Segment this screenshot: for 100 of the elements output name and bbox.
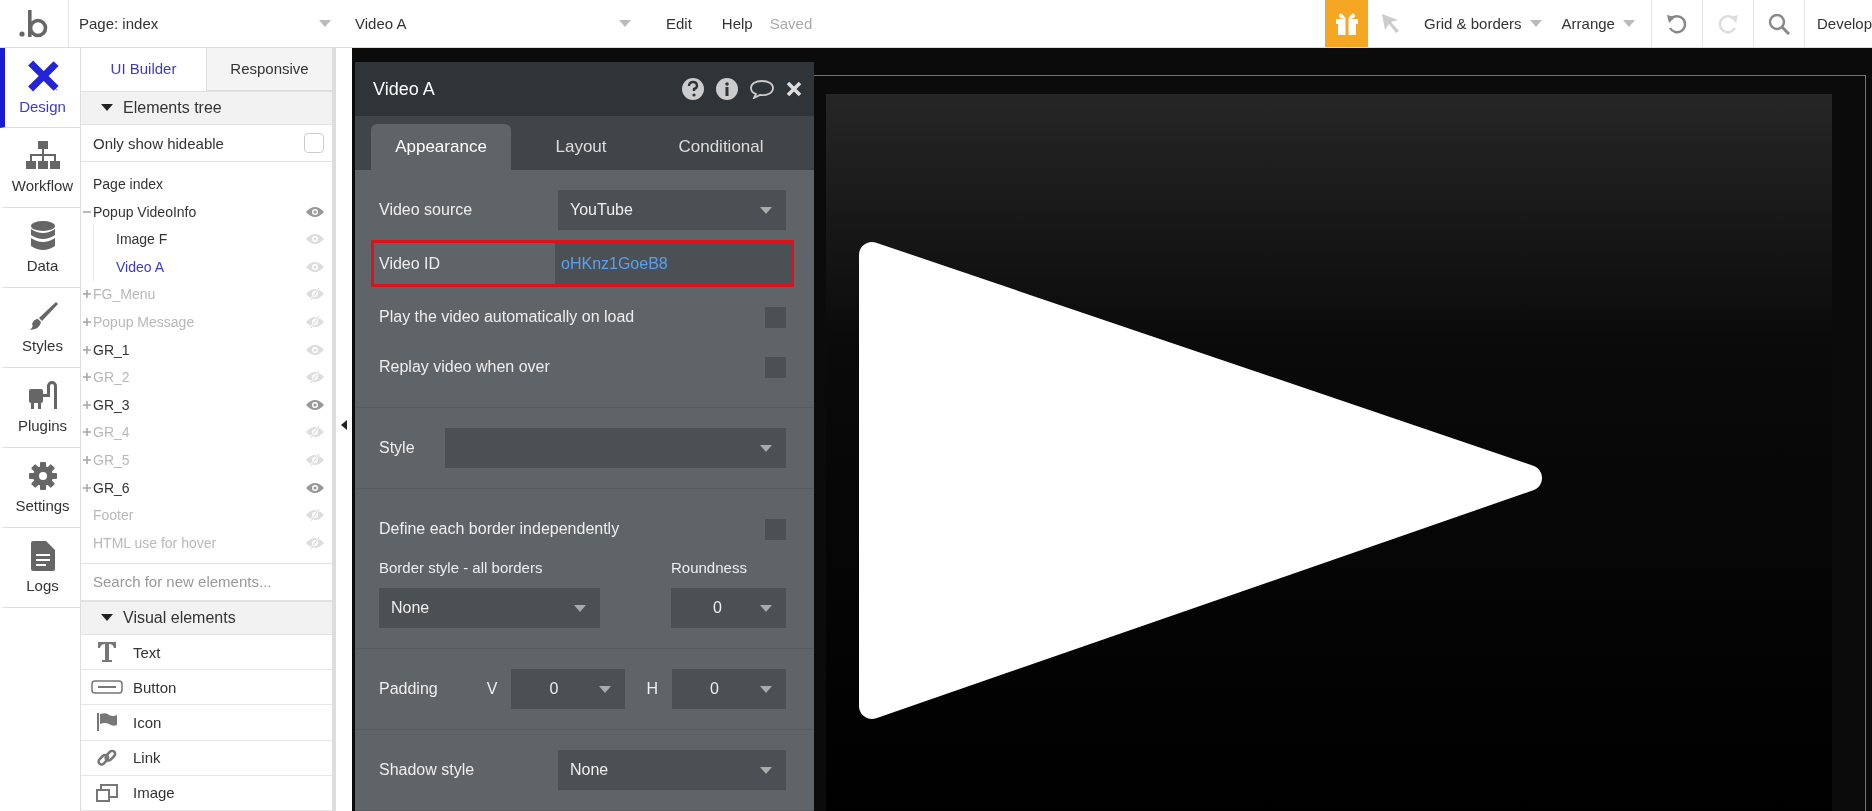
eye-icon[interactable] xyxy=(306,260,324,273)
tree-item[interactable]: GR_3 xyxy=(93,396,306,413)
expand-icon[interactable] xyxy=(83,373,91,382)
tree-item[interactable]: Page index xyxy=(93,176,324,192)
caret-icon xyxy=(574,604,586,612)
dropdown[interactable]: 0 xyxy=(671,588,786,628)
element-label: Image xyxy=(133,784,175,802)
hidden-eye-icon[interactable] xyxy=(306,509,324,522)
database-icon xyxy=(30,221,55,251)
panel-tab[interactable]: Layout xyxy=(511,124,651,170)
gift-button[interactable] xyxy=(1325,0,1369,47)
menu-item[interactable]: Help xyxy=(706,0,768,47)
nav-tab[interactable]: Styles xyxy=(0,288,80,368)
filter-label: Only show hideable xyxy=(93,134,224,152)
menu-item[interactable]: Edit xyxy=(651,0,707,47)
dropdown[interactable]: None xyxy=(558,750,786,790)
nav-tab[interactable]: Settings xyxy=(0,448,80,528)
expand-icon[interactable] xyxy=(83,345,91,354)
eye-icon[interactable] xyxy=(306,343,324,356)
hidden-eye-icon[interactable] xyxy=(306,536,324,549)
expand-icon[interactable] xyxy=(83,400,91,409)
view-menu[interactable]: Arrange xyxy=(1551,0,1645,47)
cursor-icon[interactable] xyxy=(1382,13,1401,34)
eye-icon[interactable] xyxy=(306,205,324,218)
field-label: Shadow style xyxy=(379,761,475,779)
tree-item[interactable]: Popup VideoInfo xyxy=(93,203,306,220)
expand-icon[interactable] xyxy=(83,483,91,492)
hidden-eye-icon[interactable] xyxy=(306,315,324,328)
caret-icon xyxy=(1529,20,1542,27)
caret-icon xyxy=(760,206,772,214)
dropdown[interactable]: YouTube xyxy=(558,190,786,230)
caret-icon xyxy=(599,685,612,693)
caret-icon xyxy=(760,685,772,693)
sidebar-tab[interactable]: Responsive xyxy=(207,48,332,91)
field-label: Roundness xyxy=(671,559,748,576)
collapse-icon[interactable] xyxy=(341,419,347,430)
hidden-eye-icon[interactable] xyxy=(306,453,324,466)
undo-icon[interactable] xyxy=(1665,12,1688,35)
logo-icon[interactable] xyxy=(19,9,49,38)
image-tool-icon xyxy=(96,783,118,802)
element-item[interactable]: Button xyxy=(81,670,332,706)
plug-icon xyxy=(27,381,58,411)
caret-icon xyxy=(760,444,772,452)
help-icon[interactable] xyxy=(682,78,704,100)
link-icon xyxy=(97,747,117,768)
element-label: Text xyxy=(133,643,161,661)
expand-icon[interactable] xyxy=(83,317,91,326)
field-label: V xyxy=(486,680,498,698)
element-dropdown[interactable]: Video A xyxy=(341,0,641,47)
hidden-eye-icon[interactable] xyxy=(306,288,324,301)
expand-icon[interactable] xyxy=(83,428,91,437)
nav-tab[interactable]: Logs xyxy=(0,528,80,608)
view-menu[interactable]: Grid & borders xyxy=(1414,0,1552,47)
section-header[interactable]: Elements tree xyxy=(81,90,332,126)
panel-tab[interactable]: Conditional xyxy=(651,124,791,170)
document-icon xyxy=(30,541,55,571)
close-icon[interactable] xyxy=(786,81,802,97)
dropdown[interactable]: None xyxy=(379,588,600,628)
element-item[interactable]: Link xyxy=(81,740,332,776)
caret-icon xyxy=(760,766,772,774)
element-label: Button xyxy=(133,678,177,696)
element-label: Link xyxy=(133,749,161,767)
expand-icon[interactable] xyxy=(83,290,91,299)
save-status: Saved xyxy=(768,14,814,34)
comment-icon[interactable] xyxy=(750,79,774,99)
caret-icon xyxy=(101,614,113,622)
eye-icon[interactable] xyxy=(306,481,324,494)
tree-item[interactable]: Video A xyxy=(116,258,306,275)
eye-icon[interactable] xyxy=(306,233,324,246)
tree-item[interactable]: GR_1 xyxy=(93,341,306,358)
nav-tab[interactable]: Plugins xyxy=(0,368,80,448)
tree-item[interactable]: Image F xyxy=(116,231,306,248)
checkbox[interactable] xyxy=(304,133,324,154)
hidden-eye-icon[interactable] xyxy=(306,426,324,439)
button-tool-icon xyxy=(91,680,123,695)
panel-tab[interactable]: Appearance xyxy=(371,124,511,170)
hidden-eye-icon[interactable] xyxy=(306,371,324,384)
element-item[interactable]: Text xyxy=(81,634,332,671)
text-tool-icon xyxy=(98,642,116,663)
mode-menu[interactable]: Develop xyxy=(1803,0,1872,47)
info-icon[interactable] xyxy=(716,78,738,100)
tree-item[interactable]: GR_6 xyxy=(93,479,306,496)
checkbox-label: Define each border independently xyxy=(379,520,620,538)
checkbox-label: Play the video automatically on load xyxy=(379,308,635,326)
caret-icon xyxy=(1622,20,1635,27)
element-item[interactable]: Icon xyxy=(81,705,332,741)
element-item[interactable]: Image xyxy=(81,775,332,811)
eye-icon[interactable] xyxy=(306,398,324,411)
expand-icon[interactable] xyxy=(83,455,91,464)
gift-icon xyxy=(1334,11,1359,36)
element-label: Icon xyxy=(133,713,162,731)
nav-tab[interactable]: Workflow xyxy=(0,128,80,208)
search-icon[interactable] xyxy=(1767,12,1790,35)
dropdown[interactable]: 0 xyxy=(511,669,626,709)
section-header[interactable]: Visual elements xyxy=(81,600,332,635)
nav-tab[interactable]: Data xyxy=(0,208,80,288)
page-dropdown[interactable]: Page: index xyxy=(69,0,341,47)
caret-icon xyxy=(101,104,113,112)
dropdown[interactable]: 0 xyxy=(672,669,786,709)
checkbox-label: Replay video when over xyxy=(379,358,550,376)
